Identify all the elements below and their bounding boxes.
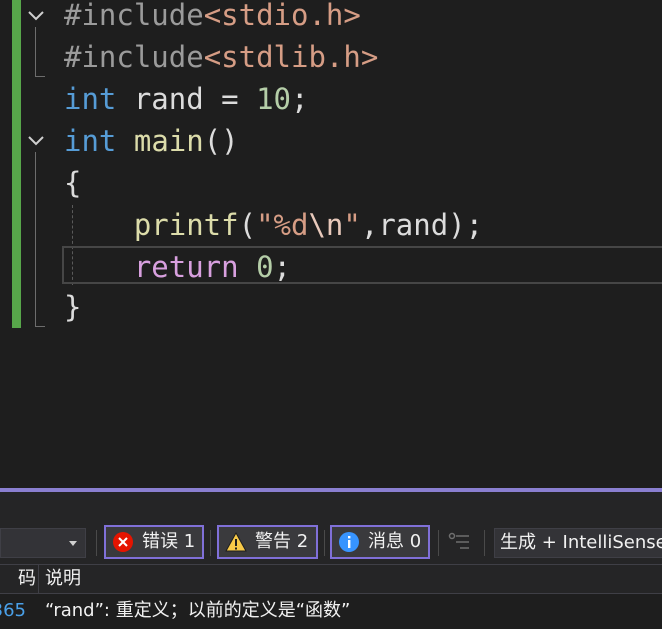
code-token: 10 [256,82,291,116]
chevron-down-icon[interactable] [27,132,45,150]
filter-icon[interactable] [447,530,471,554]
errors-filter-button[interactable]: 错误 1 [104,525,204,559]
fold-rail [35,27,36,77]
column-header-description[interactable]: 说明 [45,565,81,593]
code-token: ; [273,250,292,284]
info-icon [338,531,360,553]
code-token: ; [291,82,309,116]
code-token: rand = [116,82,257,116]
change-indicator-bar [12,0,21,328]
error-list-toolbar: 错误 1 警告 2 消息 0 生成 + IntelliSense [0,492,662,564]
code-token: " [343,208,361,242]
code-editor[interactable]: #include<stdio.h> #include<stdlib.h> int… [0,0,662,488]
code-token: printf [133,208,239,242]
toolbar-divider [96,530,97,556]
toolbar-divider [324,530,325,556]
fold-end [35,76,45,77]
column-divider[interactable] [38,565,39,593]
code-line[interactable]: printf("%d\n",rand); [64,204,483,246]
code-line[interactable]: return 0; [64,246,291,288]
code-token: int [64,124,117,158]
code-token: return [133,250,239,284]
code-line[interactable]: #include<stdio.h> [64,0,361,36]
table-row[interactable]: 365 “rand”: 重定义；以前的定义是“函数” [0,594,662,629]
chevron-down-icon [69,541,77,546]
code-line[interactable]: int main() [64,120,239,162]
code-line[interactable]: int rand = 10; [64,78,308,120]
messages-filter-label: 消息 0 [368,531,422,552]
error-list-panel: 错误 1 警告 2 消息 0 生成 + IntelliSense 码 说明 65… [0,492,662,629]
error-code-link[interactable]: 365 [0,594,26,628]
messages-filter-button[interactable]: 消息 0 [330,525,430,559]
error-list-header: 码 说明 [0,564,662,594]
code-line[interactable]: } [64,286,81,328]
code-line[interactable]: #include<stdlib.h> [64,36,378,78]
code-token: "%d [256,208,309,242]
code-token: <stdlib.h> [203,40,379,74]
warnings-filter-button[interactable]: 警告 2 [217,525,318,559]
column-header-code[interactable]: 码 [0,565,36,593]
code-token: ,rand); [360,208,484,242]
errors-filter-label: 错误 1 [142,531,196,552]
error-icon [112,531,134,553]
code-token: { [64,166,82,200]
code-token: main [133,124,204,158]
code-token: \n [308,208,344,242]
code-token: () [203,124,239,158]
toolbar-divider [438,530,439,556]
warnings-filter-label: 警告 2 [255,531,309,552]
code-token: } [64,290,82,324]
error-description: “rand”: 重定义；以前的定义是“函数” [45,600,351,621]
code-line[interactable]: { [64,162,81,204]
fold-rail [35,152,36,327]
warning-icon [225,531,247,553]
code-token: #include [64,0,204,32]
code-token: int [64,82,117,116]
scope-dropdown[interactable] [0,528,86,558]
ide-window: #include<stdio.h> #include<stdlib.h> int… [0,0,662,629]
code-token: 0 [256,250,274,284]
toolbar-divider [210,530,211,556]
fold-end [35,326,45,327]
code-token: <stdio.h> [203,0,361,32]
source-dropdown[interactable]: 生成 + IntelliSense [494,528,662,558]
code-token: #include [64,40,204,74]
chevron-down-icon[interactable] [27,7,45,25]
toolbar-divider [484,530,485,556]
code-token: ( [238,208,257,242]
